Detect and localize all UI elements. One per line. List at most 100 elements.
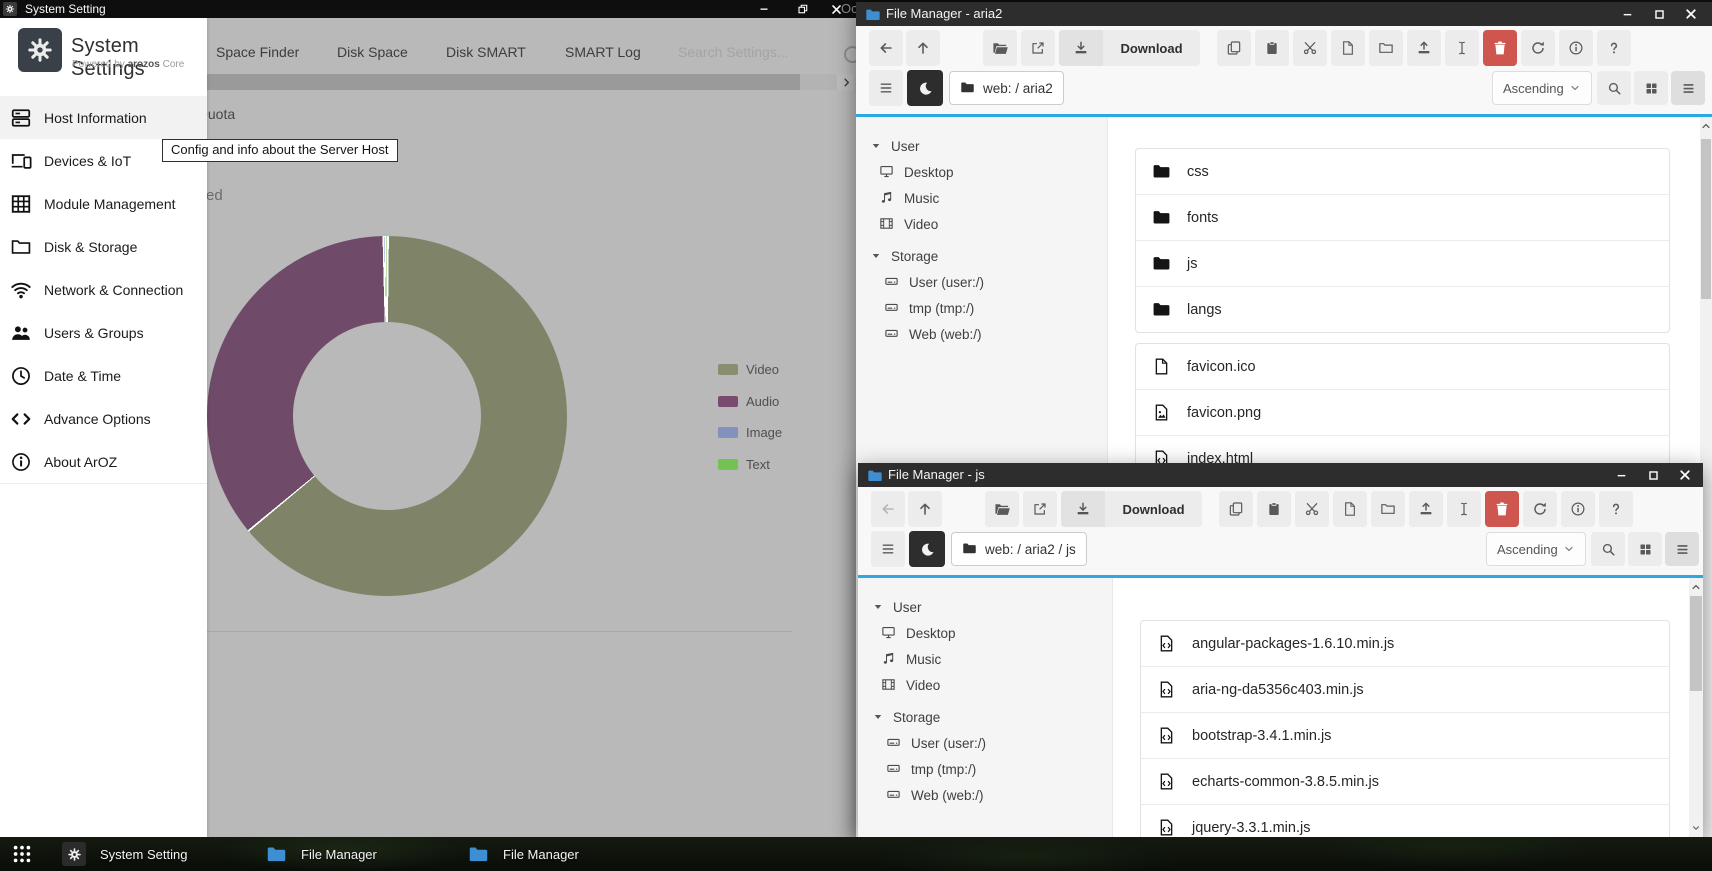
legend-item-video[interactable]: Video — [718, 362, 779, 377]
back-button[interactable] — [869, 30, 903, 66]
cut-button[interactable] — [1295, 491, 1329, 527]
tree-item-desktop[interactable]: Desktop — [879, 163, 954, 181]
sort-order-select[interactable]: Ascending — [1492, 71, 1592, 105]
file-row-js[interactable]: js — [1136, 241, 1669, 287]
menu-button[interactable] — [871, 531, 905, 567]
sidebar-item-advance-options[interactable]: Advance Options — [0, 397, 207, 441]
dark-mode-button[interactable] — [907, 70, 943, 106]
up-button[interactable] — [908, 491, 942, 527]
help-button[interactable] — [1597, 30, 1631, 66]
tree-item-tmp-drive[interactable]: tmp (tmp:/) — [886, 760, 976, 778]
cut-button[interactable] — [1293, 30, 1327, 66]
close-button[interactable] — [1676, 468, 1694, 482]
app-launcher-button[interactable] — [8, 844, 36, 864]
download-button[interactable]: Download — [1059, 30, 1200, 66]
tree-item-tmp-drive[interactable]: tmp (tmp:/) — [884, 299, 974, 317]
copy-button[interactable] — [1219, 491, 1253, 527]
new-folder-button[interactable] — [1371, 491, 1405, 527]
tree-item-user-drive[interactable]: User (user:/) — [886, 734, 986, 752]
tab-disk-space[interactable]: Disk Space — [337, 44, 408, 60]
open-external-button[interactable] — [1021, 30, 1055, 66]
delete-button[interactable] — [1483, 30, 1517, 66]
maximize-button[interactable] — [1650, 7, 1668, 21]
minimize-button[interactable] — [1612, 468, 1630, 482]
up-button[interactable] — [906, 30, 940, 66]
breadcrumb[interactable]: web: / aria2 — [949, 71, 1064, 105]
search-button[interactable] — [1597, 71, 1631, 105]
download-button[interactable]: Download — [1061, 491, 1202, 527]
scrollbar-thumb[interactable] — [207, 74, 800, 90]
rename-button[interactable] — [1445, 30, 1479, 66]
upload-button[interactable] — [1409, 491, 1443, 527]
upload-button[interactable] — [1407, 30, 1441, 66]
sidebar-item-disk-storage[interactable]: Disk & Storage — [0, 225, 207, 269]
new-file-button[interactable] — [1333, 491, 1367, 527]
tree-section-storage[interactable]: Storage — [872, 708, 940, 726]
refresh-button[interactable] — [1521, 30, 1555, 66]
sidebar-item-module-management[interactable]: Module Management — [0, 182, 207, 226]
fm2-scrollbar[interactable] — [1689, 578, 1703, 837]
scroll-up-icon[interactable] — [1689, 580, 1703, 594]
sidebar-item-users-groups[interactable]: Users & Groups — [0, 311, 207, 355]
paste-button[interactable] — [1257, 491, 1291, 527]
scroll-up-icon[interactable] — [1700, 119, 1712, 133]
sidebar-item-host-information[interactable]: Host Information — [0, 96, 207, 140]
grid-view-button[interactable] — [1628, 532, 1662, 566]
tab-disk-smart[interactable]: Disk SMART — [446, 44, 526, 60]
open-folder-button[interactable] — [983, 30, 1017, 66]
file-row-bootstrap[interactable]: bootstrap-3.4.1.min.js — [1141, 713, 1669, 759]
file-row-langs[interactable]: langs — [1136, 287, 1669, 332]
file-row-css[interactable]: css — [1136, 149, 1669, 195]
delete-button[interactable] — [1485, 491, 1519, 527]
list-view-button[interactable] — [1671, 71, 1705, 105]
legend-item-image[interactable]: Image — [718, 425, 782, 440]
maximize-button[interactable] — [1644, 468, 1662, 482]
paste-button[interactable] — [1255, 30, 1289, 66]
new-file-button[interactable] — [1331, 30, 1365, 66]
copy-button[interactable] — [1217, 30, 1251, 66]
back-button[interactable] — [871, 491, 905, 527]
legend-item-text[interactable]: Text — [718, 457, 770, 472]
task-system-setting[interactable]: System Setting — [62, 837, 187, 871]
tree-item-music[interactable]: Music — [879, 189, 939, 207]
task-file-manager-2[interactable]: File Manager — [468, 837, 579, 871]
scroll-down-icon[interactable] — [1689, 821, 1703, 835]
tree-item-music[interactable]: Music — [881, 650, 941, 668]
close-button[interactable] — [1682, 7, 1700, 21]
sidebar-item-date-time[interactable]: Date & Time — [0, 354, 207, 398]
sort-order-select[interactable]: Ascending — [1486, 532, 1586, 566]
tree-item-user-drive[interactable]: User (user:/) — [884, 273, 984, 291]
refresh-button[interactable] — [1523, 491, 1557, 527]
list-view-button[interactable] — [1665, 532, 1699, 566]
info-button[interactable] — [1559, 30, 1593, 66]
minimize-button[interactable] — [755, 2, 773, 16]
task-file-manager-1[interactable]: File Manager — [266, 837, 377, 871]
fm2-titlebar[interactable]: File Manager - js — [858, 463, 1703, 487]
legend-item-audio[interactable]: Audio — [718, 394, 779, 409]
rename-button[interactable] — [1447, 491, 1481, 527]
info-button[interactable] — [1561, 491, 1595, 527]
open-folder-button[interactable] — [985, 491, 1019, 527]
clipped-tab-quota[interactable]: Quota — [207, 106, 235, 122]
tree-item-desktop[interactable]: Desktop — [881, 624, 956, 642]
scrollbar-thumb[interactable] — [1690, 596, 1702, 691]
tab-space-finder[interactable]: Space Finder — [216, 44, 299, 60]
tree-item-web-drive[interactable]: Web (web:/) — [886, 786, 984, 804]
minimize-button[interactable] — [1618, 7, 1636, 21]
new-folder-button[interactable] — [1369, 30, 1403, 66]
chevron-right-icon[interactable] — [837, 74, 855, 90]
restore-button[interactable] — [794, 2, 812, 16]
open-external-button[interactable] — [1023, 491, 1057, 527]
grid-view-button[interactable] — [1634, 71, 1668, 105]
search-button[interactable] — [1591, 532, 1625, 566]
file-row-angular[interactable]: angular-packages-1.6.10.min.js — [1141, 621, 1669, 667]
tree-section-storage[interactable]: Storage — [870, 247, 938, 265]
file-row-aria-ng[interactable]: aria-ng-da5356c403.min.js — [1141, 667, 1669, 713]
settings-search-input[interactable]: Search Settings... — [678, 44, 789, 60]
tree-section-user[interactable]: User — [870, 137, 920, 155]
tree-section-user[interactable]: User — [872, 598, 922, 616]
tree-item-web-drive[interactable]: Web (web:/) — [884, 325, 982, 343]
tab-smart-log[interactable]: SMART Log — [565, 44, 641, 60]
dark-mode-button[interactable] — [909, 531, 945, 567]
file-row-fonts[interactable]: fonts — [1136, 195, 1669, 241]
